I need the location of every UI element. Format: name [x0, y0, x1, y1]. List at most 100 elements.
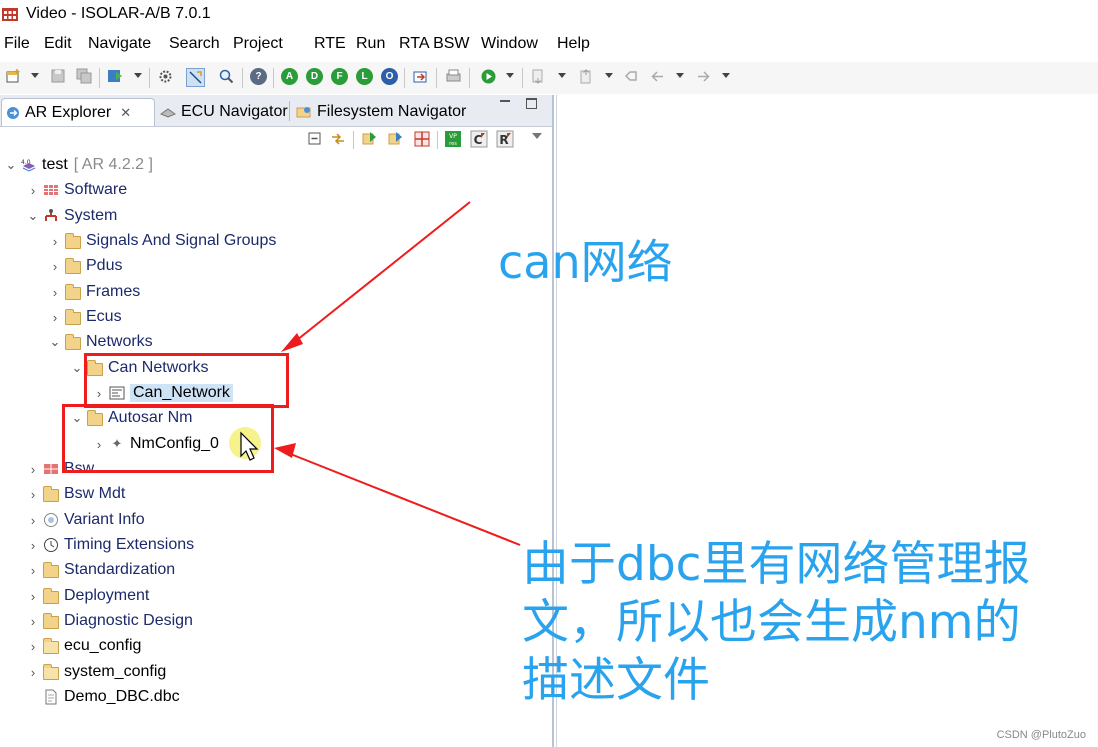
import-icon[interactable]	[412, 68, 429, 85]
tree-item-signals[interactable]: › Signals And Signal Groups	[48, 229, 276, 253]
vp-res-icon[interactable]: VPres	[444, 130, 462, 148]
view-menu-icon[interactable]	[532, 133, 542, 139]
tree-item-variant-info[interactable]: › Variant Info	[26, 508, 145, 532]
zoom-icon[interactable]	[218, 68, 235, 85]
next-annotation-icon[interactable]	[530, 68, 547, 85]
close-icon[interactable]: ✕	[120, 105, 131, 121]
filter-icon[interactable]	[361, 130, 379, 148]
back-dropdown-icon[interactable]	[676, 73, 684, 78]
menu-window[interactable]: Window	[481, 35, 538, 53]
chevron-right-icon[interactable]: ›	[26, 487, 40, 502]
a-icon[interactable]: A	[281, 68, 298, 85]
chevron-right-icon[interactable]: ›	[26, 589, 40, 604]
prev-annotation-icon[interactable]	[578, 68, 595, 85]
chevron-right-icon[interactable]: ›	[48, 259, 62, 274]
back-icon[interactable]	[649, 68, 666, 85]
forward-dropdown-icon[interactable]	[722, 73, 730, 78]
print-icon[interactable]	[445, 68, 462, 85]
last-edit-icon[interactable]	[624, 68, 641, 85]
tree-item-ecu-config[interactable]: › ecu_config	[26, 634, 141, 658]
chevron-right-icon[interactable]: ›	[26, 538, 40, 553]
main-toolbar: ? A D F L O	[0, 62, 1098, 94]
tree-item-networks[interactable]: ⌄ Networks	[48, 330, 153, 354]
chevron-right-icon[interactable]: ›	[26, 513, 40, 528]
menu-file[interactable]: File	[4, 35, 30, 53]
collapse-all-icon[interactable]	[306, 130, 324, 148]
tree-item-deployment[interactable]: › Deployment	[26, 584, 149, 608]
help-icon[interactable]: ?	[250, 68, 267, 85]
variant-icon	[44, 513, 58, 527]
minimize-icon[interactable]	[500, 100, 510, 102]
open-folder-icon	[43, 664, 59, 680]
tab-ar-explorer-label: AR Explorer	[25, 103, 112, 121]
chevron-right-icon[interactable]: ›	[48, 285, 62, 300]
chevron-down-icon[interactable]: ⌄	[26, 208, 40, 224]
forward-icon[interactable]	[695, 68, 712, 85]
tab-ecu-navigator[interactable]: ECU Navigator	[160, 98, 288, 125]
f-icon[interactable]: F	[331, 68, 348, 85]
tree-item-timing-extensions[interactable]: › Timing Extensions	[26, 533, 194, 557]
r-check-icon[interactable]: R	[496, 130, 514, 148]
new-icon[interactable]	[5, 68, 22, 85]
folder-icon	[65, 233, 81, 249]
tree-item-bsw-mdt[interactable]: › Bsw Mdt	[26, 482, 125, 506]
toolbar-separator	[437, 131, 438, 149]
chevron-down-icon[interactable]: ⌄	[70, 360, 84, 376]
chevron-down-icon[interactable]: ⌄	[4, 157, 18, 173]
chevron-right-icon[interactable]: ›	[26, 614, 40, 629]
chevron-right-icon[interactable]: ›	[26, 462, 40, 477]
annotation-nm-line1: 由于dbc里有网络管理报	[522, 537, 1031, 592]
chevron-down-icon[interactable]: ⌄	[48, 334, 62, 350]
tree-label-frames: Frames	[86, 283, 141, 300]
menu-run[interactable]: Run	[356, 35, 385, 53]
link-with-editor-icon[interactable]	[329, 130, 347, 148]
d-icon[interactable]: D	[306, 68, 323, 85]
next-annotation-dropdown-icon[interactable]	[558, 73, 566, 78]
l-icon[interactable]: L	[356, 68, 373, 85]
tree-item-pdus[interactable]: › Pdus	[48, 254, 122, 278]
toolbar-separator	[404, 68, 405, 88]
chevron-right-icon[interactable]: ›	[48, 310, 62, 325]
build-icon[interactable]	[107, 68, 124, 85]
tree-item-ecus[interactable]: › Ecus	[48, 305, 122, 329]
menu-rta-bsw[interactable]: RTA BSW	[399, 35, 470, 53]
tab-ar-explorer[interactable]: AR Explorer ✕	[1, 98, 155, 126]
chevron-right-icon[interactable]: ›	[26, 563, 40, 578]
gear-icon[interactable]	[157, 68, 174, 85]
tree-item-standardization[interactable]: › Standardization	[26, 558, 175, 582]
tree-item-test[interactable]: ⌄ 4.0 test [ AR 4.2.2 ]	[4, 153, 153, 177]
svg-text:VP: VP	[449, 133, 457, 140]
tree-item-diagnostic-design[interactable]: › Diagnostic Design	[26, 609, 193, 633]
run-dropdown-icon[interactable]	[506, 73, 514, 78]
save-icon[interactable]	[50, 68, 67, 85]
link-icon[interactable]	[186, 68, 205, 87]
menu-search[interactable]: Search	[169, 35, 220, 53]
chevron-right-icon[interactable]: ›	[26, 183, 40, 198]
maximize-icon[interactable]	[526, 98, 537, 109]
prev-annotation-dropdown-icon[interactable]	[605, 73, 613, 78]
menu-help[interactable]: Help	[557, 35, 590, 53]
tree-item-software[interactable]: › Software	[26, 178, 127, 202]
chevron-right-icon[interactable]: ›	[26, 639, 40, 654]
tree-item-system-config[interactable]: › system_config	[26, 660, 166, 684]
tree-item-system[interactable]: ⌄ System	[26, 204, 118, 228]
save-all-icon[interactable]	[76, 68, 93, 85]
tab-filesystem-navigator[interactable]: Filesystem Navigator	[296, 98, 466, 125]
chevron-right-icon[interactable]: ›	[48, 234, 62, 249]
c-check-icon[interactable]: C	[470, 130, 488, 148]
filter-alt-icon[interactable]	[387, 130, 405, 148]
grid-icon[interactable]	[413, 130, 431, 148]
menu-edit[interactable]: Edit	[44, 35, 72, 53]
menu-navigate[interactable]: Navigate	[88, 35, 151, 53]
toolbar-separator	[99, 68, 100, 88]
tree-item-demo-dbc[interactable]: Demo_DBC.dbc	[26, 685, 180, 709]
menu-project[interactable]: Project	[233, 35, 283, 53]
new-dropdown-icon[interactable]	[31, 73, 39, 78]
o-icon[interactable]: O	[381, 68, 398, 85]
chevron-right-icon[interactable]: ›	[26, 665, 40, 680]
tab-filesystem-navigator-label: Filesystem Navigator	[317, 102, 467, 120]
menu-rte[interactable]: RTE	[314, 35, 346, 53]
build-dropdown-icon[interactable]	[134, 73, 142, 78]
run-icon[interactable]	[480, 68, 497, 85]
tree-item-frames[interactable]: › Frames	[48, 280, 140, 304]
